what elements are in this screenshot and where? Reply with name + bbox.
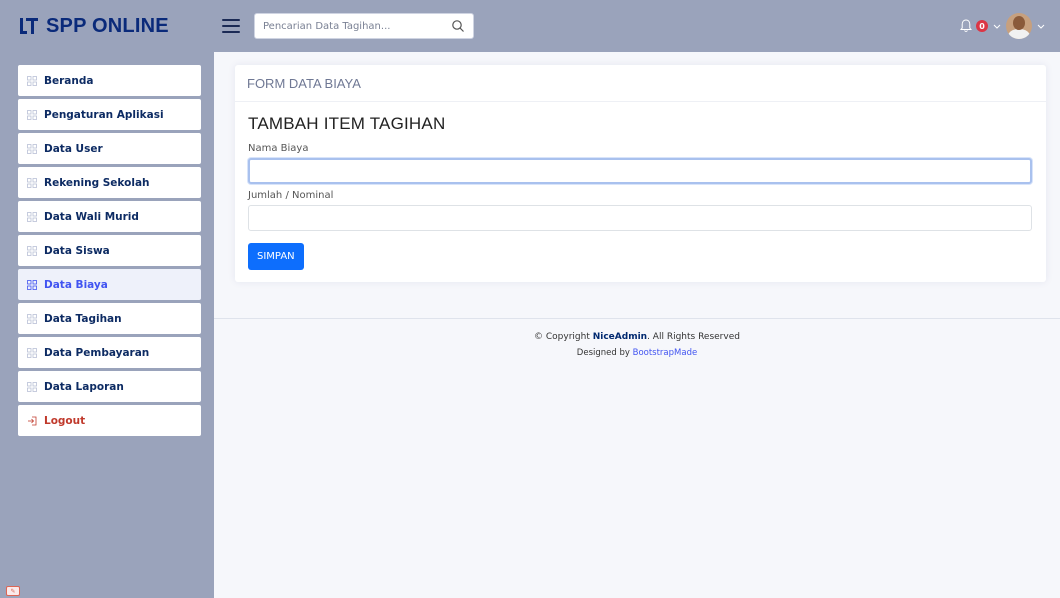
- avatar[interactable]: [1006, 13, 1032, 39]
- sidebar-item-rekening-sekolah[interactable]: Rekening Sekolah: [18, 167, 201, 198]
- sidebar-item-label: Pengaturan Aplikasi: [44, 108, 164, 121]
- card-header-title: FORM DATA BIAYA: [247, 75, 361, 91]
- grid-icon: [27, 245, 37, 256]
- sidebar-item-data-user[interactable]: Data User: [18, 133, 201, 164]
- sidebar-item-data-biaya[interactable]: Data Biaya: [18, 269, 201, 300]
- search-input[interactable]: [263, 20, 451, 32]
- designed-prefix: Designed by: [576, 348, 633, 358]
- grid-icon: [27, 109, 37, 120]
- sidebar-item-data-siswa[interactable]: Data Siswa: [18, 235, 201, 266]
- chevron-down-icon[interactable]: [1037, 22, 1045, 30]
- form-card: FORM DATA BIAYA TAMBAH ITEM TAGIHAN Nama…: [235, 65, 1046, 282]
- grid-icon: [27, 381, 37, 392]
- search-icon[interactable]: [451, 19, 465, 33]
- sidebar-item-data-pembayaran[interactable]: Data Pembayaran: [18, 337, 201, 368]
- search-bar[interactable]: [254, 13, 474, 39]
- corner-widget-icon[interactable]: ✎: [6, 586, 20, 596]
- grid-icon: [27, 279, 37, 290]
- sidebar-item-label: Data Biaya: [44, 278, 108, 291]
- sidebar-item-data-tagihan[interactable]: Data Tagihan: [18, 303, 201, 334]
- sidebar: Beranda Pengaturan Aplikasi Data User Re…: [0, 52, 214, 598]
- sidebar-item-label: Logout: [44, 414, 86, 427]
- header-actions: 0: [958, 13, 1060, 39]
- field-nama-biaya: Nama Biaya: [248, 143, 1033, 184]
- card-body: TAMBAH ITEM TAGIHAN Nama Biaya Jumlah / …: [235, 102, 1046, 270]
- sidebar-item-label: Data Laporan: [44, 380, 124, 393]
- main-content: FORM DATA BIAYA TAMBAH ITEM TAGIHAN Nama…: [214, 52, 1060, 598]
- notification-badge: 0: [976, 20, 988, 32]
- copyright-text: © Copyright NiceAdmin. All Rights Reserv…: [214, 332, 1060, 342]
- form-title: TAMBAH ITEM TAGIHAN: [248, 114, 446, 133]
- grid-icon: [27, 75, 37, 86]
- save-button[interactable]: SIMPAN: [248, 243, 304, 270]
- nama-biaya-label: Nama Biaya: [248, 143, 309, 154]
- sidebar-item-label: Beranda: [44, 74, 94, 87]
- grid-icon: [27, 313, 37, 324]
- hamburger-menu-icon[interactable]: [222, 19, 240, 33]
- copyright-brand: NiceAdmin: [592, 332, 648, 342]
- logo-icon: [20, 18, 38, 34]
- nama-biaya-input[interactable]: [248, 158, 1032, 184]
- jumlah-nominal-input[interactable]: [248, 205, 1032, 231]
- grid-icon: [27, 143, 37, 154]
- logout-icon: [28, 416, 37, 425]
- grid-icon: [27, 211, 37, 222]
- logo[interactable]: SPP ONLINE: [0, 15, 214, 38]
- brand-name: SPP ONLINE: [46, 14, 169, 37]
- sidebar-item-label: Data Tagihan: [44, 312, 122, 325]
- card-header: FORM DATA BIAYA: [235, 65, 1046, 102]
- credits-text: Designed by BootstrapMade: [214, 348, 1060, 358]
- grid-icon: [27, 177, 37, 188]
- field-jumlah-nominal: Jumlah / Nominal: [248, 190, 1033, 231]
- sidebar-item-pengaturan-aplikasi[interactable]: Pengaturan Aplikasi: [18, 99, 201, 130]
- sidebar-item-label: Data User: [44, 142, 103, 155]
- sidebar-item-label: Rekening Sekolah: [44, 176, 150, 189]
- grid-icon: [27, 347, 37, 358]
- jumlah-nominal-label: Jumlah / Nominal: [248, 190, 334, 201]
- bell-icon[interactable]: [958, 18, 974, 34]
- sidebar-item-data-laporan[interactable]: Data Laporan: [18, 371, 201, 402]
- copyright-suffix: . All Rights Reserved: [647, 332, 740, 342]
- sidebar-item-data-wali-murid[interactable]: Data Wali Murid: [18, 201, 201, 232]
- copyright-prefix: © Copyright: [534, 332, 593, 342]
- sidebar-item-logout[interactable]: Logout: [18, 405, 201, 436]
- top-header: SPP ONLINE 0: [0, 0, 1060, 52]
- footer: © Copyright NiceAdmin. All Rights Reserv…: [214, 332, 1060, 358]
- sidebar-item-label: Data Wali Murid: [44, 210, 139, 223]
- chevron-down-icon[interactable]: [993, 22, 1001, 30]
- sidebar-item-label: Data Pembayaran: [44, 346, 150, 359]
- sidebar-item-beranda[interactable]: Beranda: [18, 65, 201, 96]
- footer-divider: [214, 318, 1060, 319]
- bootstrapmade-link[interactable]: BootstrapMade: [633, 348, 698, 358]
- sidebar-item-label: Data Siswa: [44, 244, 110, 257]
